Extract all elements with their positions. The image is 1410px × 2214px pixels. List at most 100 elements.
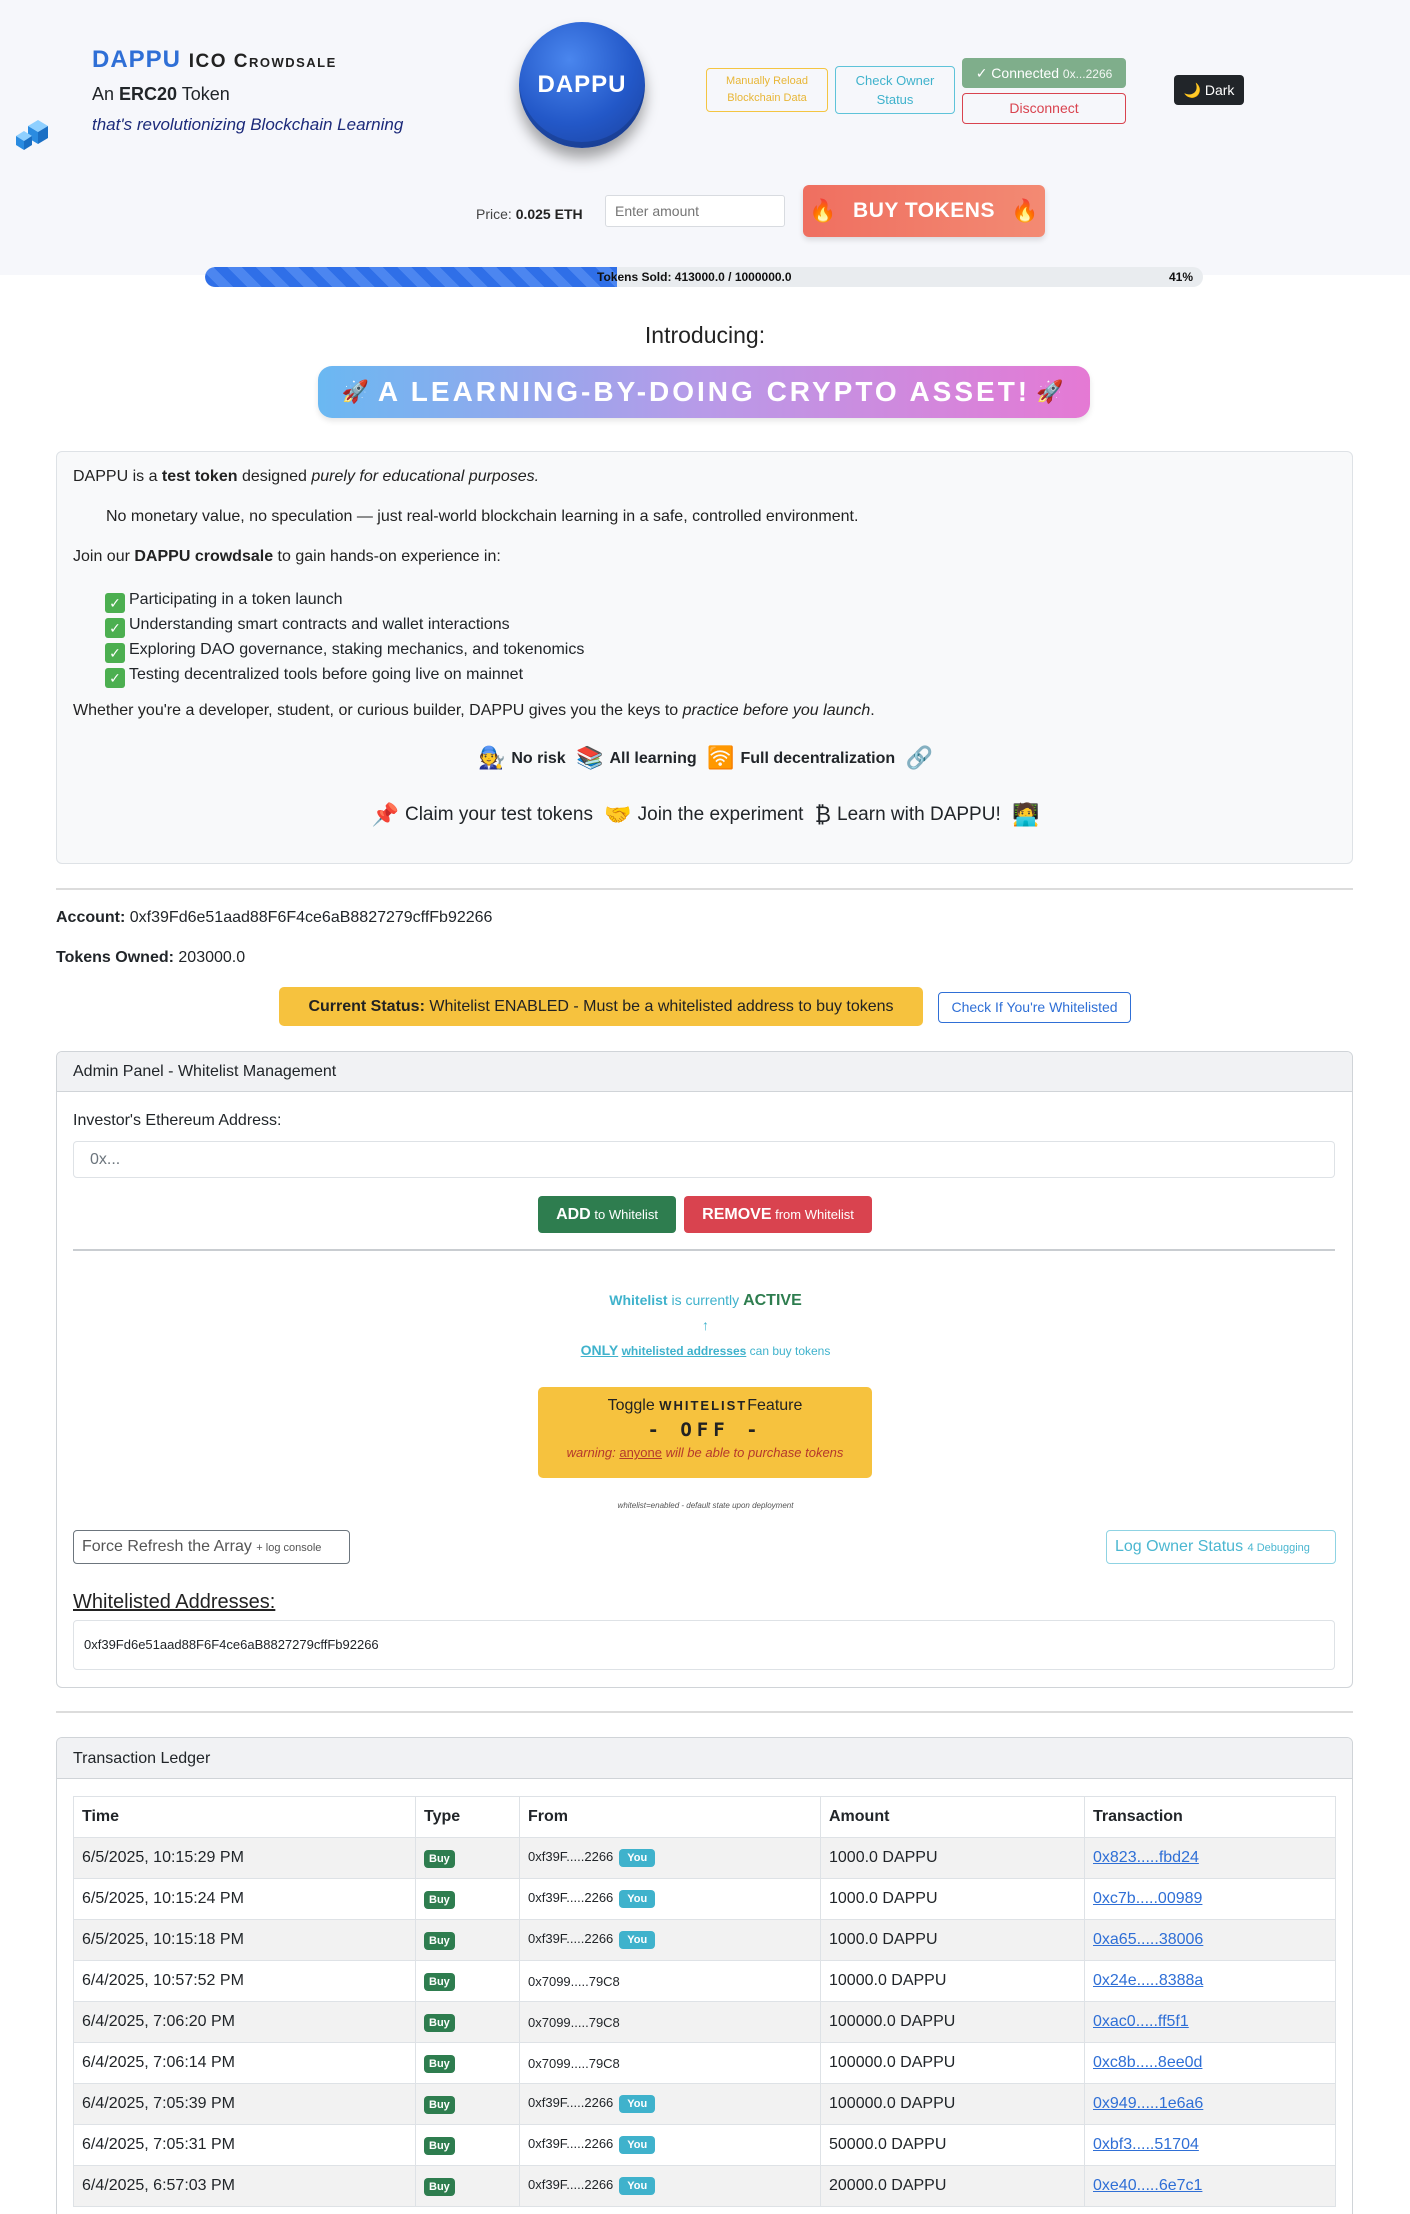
p4-post: . <box>870 702 875 719</box>
tx-type: Buy <box>415 1919 520 1961</box>
col-transaction: Transaction <box>1084 1796 1336 1838</box>
tokens-label: Tokens Owned: <box>56 949 174 966</box>
project-description: DAPPU is a test token designed purely fo… <box>56 451 1353 864</box>
list-item-text: Participating in a token launch <box>129 591 343 608</box>
connected-address: 0x...2266 <box>1062 67 1113 81</box>
tx-hash-link[interactable]: 0xe40.....6e7c1 <box>1084 2165 1336 2207</box>
reload-blockchain-button[interactable]: Manually Reload Blockchain Data <box>706 68 828 112</box>
disconnect-button[interactable]: Disconnect <box>962 93 1126 124</box>
investor-address-input[interactable]: 0x... <box>73 1141 1335 1178</box>
toggle-whitelist-button[interactable]: Toggle WHITELISTFeature - OFF - warning:… <box>538 1387 872 1478</box>
check-whitelisted-button[interactable]: Check If You're Whitelisted <box>938 992 1131 1023</box>
brand-subtitle: An ERC20 Token <box>92 84 403 105</box>
books-icon: 📚 <box>576 745 604 770</box>
from-address: 0xf39F.....2266 <box>528 1931 614 1946</box>
account-info: Account: 0xf39Fd6e51aad88F6F4ce6aB882727… <box>56 909 492 927</box>
investor-address-label: Investor's Ethereum Address: <box>73 1112 282 1129</box>
pushpin-icon: 📌 <box>371 802 399 827</box>
desc-paragraph-3: Join our DAPPU crowdsale to gain hands-o… <box>73 548 501 566</box>
list-item-text: Exploring DAO governance, staking mechan… <box>129 641 585 658</box>
feature-no-risk: No risk <box>511 750 566 767</box>
buy-badge: Buy <box>424 1890 455 1909</box>
toggle-post: Feature <box>747 1397 803 1414</box>
brand-name: DAPPU <box>92 46 182 73</box>
table-row: 6/4/2025, 7:05:31 PM Buy 0xf39F.....2266 Yo… <box>73 2124 1336 2166</box>
tx-from: 0xf39F.....2266 You <box>519 1919 821 1961</box>
toggle-warning: warning: anyone will be able to purchase… <box>538 1445 872 1460</box>
force-label: Force Refresh the Array <box>82 1538 252 1555</box>
you-badge: You <box>619 2177 656 2195</box>
buy-label: BUY TOKENS <box>853 199 995 222</box>
from-address: 0xf39F.....2266 <box>528 1890 614 1905</box>
tx-hash-link[interactable]: 0xac0.....ff5f1 <box>1084 2001 1336 2043</box>
tx-from: 0xf39F.....2266 You <box>519 1837 821 1879</box>
mechanic-icon: 🧑‍🔧 <box>477 745 506 770</box>
list-item: ✓ Testing decentralized tools before goin… <box>105 663 584 688</box>
tx-time: 6/4/2025, 7:06:14 PM <box>73 2042 416 2084</box>
tx-amount: 1000.0 DAPPU <box>820 1837 1085 1879</box>
subtitle-bold: ERC20 <box>119 84 178 104</box>
tx-hash-link[interactable]: 0xa65.....38006 <box>1084 1919 1336 1961</box>
tokens-sold-progress: Tokens Sold: 413000.0 / 1000000.0 41% <box>205 267 1203 287</box>
remove-from-whitelist-button[interactable]: REMOVE from Whitelist <box>684 1196 872 1233</box>
tx-amount: 50000.0 DAPPU <box>820 2124 1085 2166</box>
force-small: + log console <box>256 1542 322 1554</box>
banner-text: A LEARNING-BY-DOING CRYPTO ASSET! <box>377 376 1031 407</box>
tx-from: 0x7099.....79C8 <box>519 1960 821 2002</box>
list-item-text: Understanding smart contracts and wallet… <box>129 616 510 633</box>
tx-amount: 1000.0 DAPPU <box>820 1878 1085 1920</box>
tx-hash-link[interactable]: 0xbf3.....51704 <box>1084 2124 1336 2166</box>
fire-icon: 🔥 <box>1010 198 1039 223</box>
check-owner-status-button[interactable]: Check Owner Status <box>835 66 955 114</box>
default-state-note: whitelist=enabled - default state upon d… <box>617 1501 794 1510</box>
tx-time: 6/4/2025, 7:06:20 PM <box>73 2001 416 2043</box>
token-price: Price: 0.025 ETH <box>476 206 583 222</box>
whitelist-active-indicator: Whitelist is currently ACTIVE <box>57 1292 1352 1310</box>
buy-badge: Buy <box>424 2136 455 2155</box>
log-owner-status-button[interactable]: Log Owner Status 4 Debugging <box>1106 1530 1336 1564</box>
transaction-table: Time Type From Amount Transaction 6/5/20… <box>73 1796 1336 2207</box>
add-to-whitelist-button[interactable]: ADD to Whitelist <box>538 1196 676 1233</box>
tx-type: Buy <box>415 2165 520 2207</box>
list-item: ✓ Understanding smart contracts and walle… <box>105 613 584 638</box>
force-refresh-button[interactable]: Force Refresh the Array + log console <box>73 1530 350 1564</box>
whitelisted-addresses-link[interactable]: whitelisted addresses <box>622 1344 747 1358</box>
col-amount: Amount <box>820 1796 1085 1838</box>
blue-cube-icon <box>16 120 48 150</box>
tx-from: 0xf39F.....2266 You <box>519 2124 821 2166</box>
table-row: 6/4/2025, 7:05:39 PM Buy 0xf39F.....2266 Yo… <box>73 2083 1336 2125</box>
you-badge: You <box>619 2095 656 2113</box>
tx-time: 6/4/2025, 7:05:31 PM <box>73 2124 416 2166</box>
account-address: 0xf39Fd6e51aad88F6F4ce6aB8827279cffFb922… <box>129 909 493 926</box>
wallet-connected-button[interactable]: ✓ Connected 0x...2266 <box>962 58 1126 88</box>
dark-mode-toggle[interactable]: 🌙 Dark <box>1174 75 1244 105</box>
ledger-title: Transaction Ledger <box>57 1738 1352 1779</box>
tx-hash-link[interactable]: 0xc8b.....8ee0d <box>1084 2042 1336 2084</box>
tokens-owned: Tokens Owned: 203000.0 <box>56 949 245 967</box>
tx-type: Buy <box>415 2083 520 2125</box>
technologist-icon: 🧑‍💻 <box>1012 802 1040 827</box>
buy-tokens-button[interactable]: 🔥 BUY TOKENS 🔥 <box>803 185 1045 237</box>
progress-percent: 41% <box>1168 270 1193 284</box>
tx-hash-link[interactable]: 0x949.....1e6a6 <box>1084 2083 1336 2125</box>
tx-time: 6/4/2025, 7:05:39 PM <box>73 2083 416 2125</box>
you-badge: You <box>619 1849 656 1867</box>
intro-heading: Introducing: <box>644 322 766 348</box>
tx-hash-link[interactable]: 0x823.....fbd24 <box>1084 1837 1336 1879</box>
p4-pre: Whether you're a developer, student, or … <box>73 702 679 719</box>
rocket-icon: 🚀 <box>341 379 372 404</box>
from-address: 0x7099.....79C8 <box>528 1973 620 1989</box>
tx-hash-link[interactable]: 0x24e.....8388a <box>1084 1960 1336 2002</box>
remove-rest: from Whitelist <box>775 1207 854 1222</box>
tx-hash-link[interactable]: 0xc7b.....00989 <box>1084 1878 1336 1920</box>
tokens-value: 203000.0 <box>178 949 246 966</box>
feature-row: 🧑‍🔧 No risk 📚 All learning 🛜 Full decentral… <box>57 745 1354 771</box>
table-row: 6/5/2025, 10:15:18 PM Buy 0xf39F.....2266 Y… <box>73 1919 1336 1961</box>
tx-type: Buy <box>415 2001 520 2043</box>
you-badge: You <box>619 1931 656 1949</box>
token-amount-input[interactable] <box>605 195 785 227</box>
claim-tokens-text: Claim your test tokens <box>404 804 593 825</box>
tx-type: Buy <box>415 1878 520 1920</box>
buy-badge: Buy <box>424 2013 455 2032</box>
buy-badge: Buy <box>424 2177 455 2196</box>
